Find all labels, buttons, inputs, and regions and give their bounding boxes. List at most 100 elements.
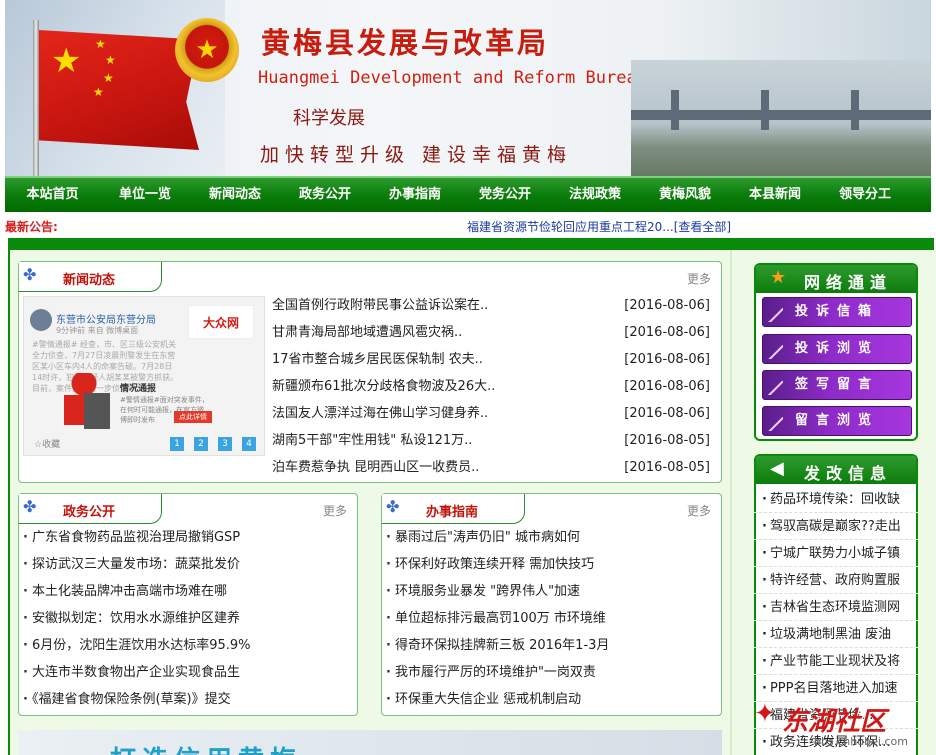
nav-county-news[interactable]: 本县新闻 [730, 178, 820, 212]
notice-bar: 最新公告: 福建省资源节俭轮回应用重点工程20...[查看全部] [5, 212, 931, 238]
news-link[interactable]: 甘肃青海局部地域遭遇风雹灾祸.. [272, 325, 462, 340]
list-item[interactable]: 新疆颁布61批次分歧格食物波及26大.. [2016-08-06] [272, 373, 710, 400]
slogan-line-2: 加快转型升级 建设幸福黄梅 [260, 144, 573, 166]
list-item[interactable]: 环保重大失信企业 惩戒机制启动 [386, 686, 716, 713]
gov-more-link[interactable]: 更多 [323, 502, 347, 519]
nav-news[interactable]: 新闻动态 [190, 178, 280, 212]
list-item[interactable]: 6月份，沈阳生涯饮用水达标率95.9% [23, 632, 353, 659]
notice-link[interactable]: 福建省资源节俭轮回应用重点工程20... [467, 220, 674, 234]
list-item[interactable]: 湖南5干部"牢性用钱" 私设121万.. [2016-08-05] [272, 427, 710, 454]
news-slideshow[interactable]: 东营市公安局东营分局 9分钟前 来自 微博桌面 #警情通报# 经查，市、区三级公… [23, 296, 265, 456]
list-item[interactable]: 宁城广联势力小城子镇 [754, 540, 918, 567]
notice-ticker: 福建省资源节俭轮回应用重点工程20...[查看全部] [467, 218, 731, 235]
list-item[interactable]: 探访武汉三大量发市场：蔬菜批发价 [23, 551, 353, 578]
list-item[interactable]: 17省市整合城乡居民医保轨制 农夫.. [2016-08-06] [272, 346, 710, 373]
slide-page-button[interactable]: 3 [218, 437, 232, 451]
list-item[interactable]: 环保利好政策连续开释 需加快技巧 [386, 551, 716, 578]
browse-messages-button[interactable]: 留言浏览 [762, 406, 912, 436]
list-item[interactable]: 产业节能工业现状及将 [754, 648, 918, 675]
news-date: [2016-08-06] [624, 406, 710, 421]
national-emblem-icon: ★ [175, 18, 239, 82]
list-item[interactable]: 得奇环保拟挂牌新三板 2016年1-3月 [386, 632, 716, 659]
bridge-image [631, 60, 931, 176]
watermark-text: 东湖社区 [782, 707, 887, 737]
nav-units[interactable]: 单位一览 [100, 178, 190, 212]
list-item[interactable]: 单位超标排污最高罚100万 市环境维 [386, 605, 716, 632]
notice-more-link[interactable]: [查看全部] [674, 220, 731, 234]
nav-gov-affairs[interactable]: 政务公开 [280, 178, 370, 212]
nav-party-affairs[interactable]: 党务公开 [460, 178, 550, 212]
news-link[interactable]: 泊车费惹争执 昆明西山区一收费员.. [272, 460, 479, 475]
flag-star-icon: ★ [51, 41, 82, 81]
list-item[interactable]: 大连市半数食物出产企业实现食品生 [23, 659, 353, 686]
list-item[interactable]: 本土化装品牌冲击高端市场难在哪 [23, 578, 353, 605]
news-link[interactable]: 新疆颁布61批次分歧格食物波及26大.. [272, 379, 495, 394]
list-item[interactable]: 环境服务业暴发 "跨界伟人"加速 [386, 578, 716, 605]
slide-page-button[interactable]: 2 [194, 437, 208, 451]
clover-icon: ✤ [23, 497, 37, 516]
list-item[interactable]: 药品环境传染：回收缺 [754, 486, 918, 513]
slide-account: 东营市公安局东营分局 [56, 315, 156, 326]
news-date: [2016-08-06] [624, 379, 710, 394]
news-list: 全国首例行政附带民事公益诉讼案在.. [2016-08-06] 甘肃青海局部地域遭… [272, 292, 710, 481]
nav-home[interactable]: 本站首页 [5, 178, 100, 212]
notice-label: 最新公告: [5, 220, 58, 234]
flag-star-icon: ★ [95, 37, 106, 51]
nav-scenery[interactable]: 黄梅风貌 [640, 178, 730, 212]
slide-page-button[interactable]: 1 [170, 437, 184, 451]
list-item[interactable]: 安徽拟划定：饮用水水源维护区建养 [23, 605, 353, 632]
list-item[interactable]: 特许经营、政府购置服 [754, 567, 918, 594]
guide-more-link[interactable]: 更多 [687, 502, 711, 519]
flag-star-icon: ★ [105, 53, 116, 67]
slogan-line-1: 科学发展 [293, 108, 365, 129]
news-panel: ✤ 新闻动态 更多 东营市公安局东营分局 9分钟前 来自 微博桌面 #警情通报#… [18, 261, 722, 483]
list-item[interactable]: 泊车费惹争执 昆明西山区一收费员.. [2016-08-05] [272, 454, 710, 481]
nav-regulations[interactable]: 法规政策 [550, 178, 640, 212]
news-tab: ✤ 新闻动态 [19, 262, 162, 292]
list-item[interactable]: 广东省食物药品监视治理局撤销GSP [23, 524, 353, 551]
corner-icon [767, 345, 783, 359]
promo-banner[interactable]: 打造信用黄梅 [18, 730, 722, 755]
button-label: 签写留言 [794, 377, 879, 392]
news-date: [2016-08-05] [624, 460, 710, 475]
guide-list: 暴雨过后"涛声仍旧" 城市病如何 环保利好政策连续开释 需加快技巧 环境服务业暴… [386, 524, 716, 713]
list-item[interactable]: 吉林省生态环境监测网 [754, 594, 918, 621]
list-item[interactable]: 法国友人漂洋过海在佛山学习健身养.. [2016-08-06] [272, 400, 710, 427]
complaint-browse-button[interactable]: 投诉浏览 [762, 334, 912, 364]
news-link[interactable]: 法国友人漂洋过海在佛山学习健身养.. [272, 406, 488, 421]
news-date: [2016-08-06] [624, 352, 710, 367]
nav-leadership[interactable]: 领导分工 [820, 178, 910, 212]
gov-list: 广东省食物药品监视治理局撤销GSP 探访武汉三大量发市场：蔬菜批发价 本土化装品… [23, 524, 353, 713]
complaint-mailbox-button[interactable]: 投诉信箱 [762, 297, 912, 327]
slide-detail-button: 点此详情 [174, 411, 212, 423]
avatar [30, 309, 52, 331]
news-link[interactable]: 湖南5干部"牢性用钱" 私设121万.. [272, 433, 472, 448]
slide-pager: 1 2 3 4 5 [170, 437, 264, 451]
news-link[interactable]: 全国首例行政附带民事公益诉讼案在.. [272, 298, 488, 313]
promo-text: 打造信用黄梅 [110, 740, 302, 755]
list-item[interactable]: 我市履行严厉的环境维护"一岗双责 [386, 659, 716, 686]
corner-icon [767, 308, 783, 322]
news-date: [2016-08-06] [624, 298, 710, 313]
channel-title: 网络通道 [804, 273, 893, 292]
list-item[interactable]: 《福建省食物保险条例(草案)》提交 [23, 686, 353, 713]
slide-page-button[interactable]: 4 [242, 437, 256, 451]
news-more-link[interactable]: 更多 [687, 270, 711, 287]
list-item[interactable]: 驾驭高碳是巅家??走出 [754, 513, 918, 540]
news-link[interactable]: 17省市整合城乡居民医保轨制 农夫.. [272, 352, 483, 367]
list-item[interactable]: 全国首例行政附带民事公益诉讼案在.. [2016-08-06] [272, 292, 710, 319]
nav-guide[interactable]: 办事指南 [370, 178, 460, 212]
watermark-url: bbs.cnhubei.com [814, 735, 908, 748]
corner-icon [767, 417, 783, 431]
list-item[interactable]: 垃圾满地制黑油 废油 [754, 621, 918, 648]
channel-panel: ★ 网络通道 投诉信箱 投诉浏览 签写留言 留言浏览 [754, 263, 918, 441]
flag-star-icon: ★ [103, 71, 114, 85]
news-panel-header: ✤ 新闻动态 更多 [19, 262, 721, 292]
reform-title: 发改信息 [804, 464, 893, 483]
flag-star-icon: ★ [93, 85, 104, 99]
list-item[interactable]: 暴雨过后"涛声仍旧" 城市病如何 [386, 524, 716, 551]
guide-panel: ✤ 办事指南 更多 暴雨过后"涛声仍旧" 城市病如何 环保利好政策连续开释 需加… [381, 493, 722, 716]
slide-footer: ☆收藏 [34, 440, 61, 450]
list-item[interactable]: 甘肃青海局部地域遭遇风雹灾祸.. [2016-08-06] [272, 319, 710, 346]
write-message-button[interactable]: 签写留言 [762, 370, 912, 400]
